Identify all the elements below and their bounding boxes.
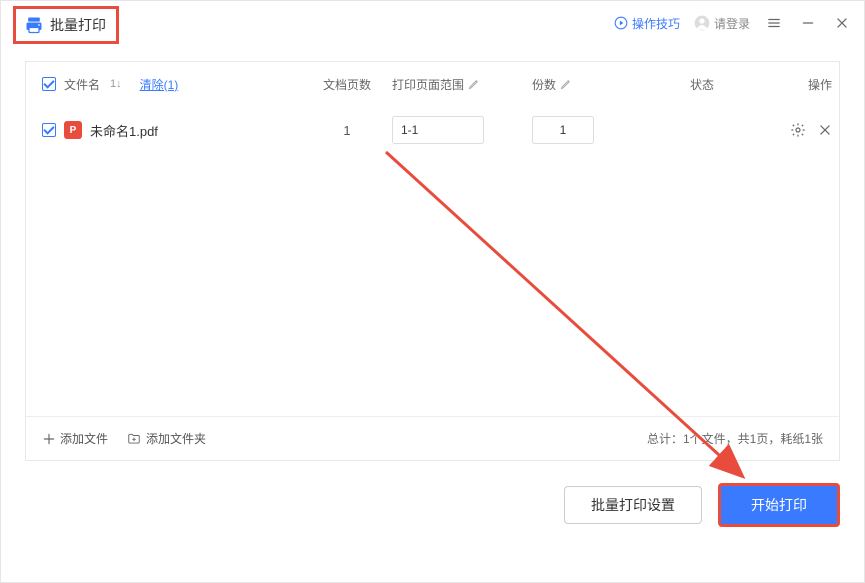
title-highlight-box: 批量打印 (13, 6, 119, 44)
th-copies-label: 份数 (532, 76, 556, 93)
remove-row-button[interactable] (818, 123, 832, 137)
minimize-icon (801, 16, 815, 30)
file-panel: 文件名 1↓ 清除(1) 文档页数 打印页面范围 份数 状态 操作 P 未命名1… (25, 61, 840, 461)
add-folder-label: 添加文件夹 (146, 430, 206, 447)
th-filename-label: 文件名 (64, 76, 100, 93)
copies-input[interactable] (532, 116, 594, 144)
table-row: P 未命名1.pdf 1 (26, 106, 839, 154)
close-icon (818, 123, 832, 137)
sort-icon[interactable]: 1↓ (110, 78, 122, 90)
pdf-icon: P (64, 121, 82, 139)
close-icon (835, 16, 849, 30)
edit-icon[interactable] (468, 78, 480, 90)
login-link-label: 请登录 (714, 15, 750, 32)
panel-footer: 添加文件 添加文件夹 总计：1个文件，共1页，耗纸1张 (26, 416, 839, 460)
th-range: 打印页面范围 (392, 76, 532, 93)
start-print-button[interactable]: 开始打印 (718, 483, 840, 527)
menu-icon (767, 16, 781, 30)
row-copies-cell (532, 116, 652, 144)
th-pages: 文档页数 (302, 76, 392, 93)
th-copies: 份数 (532, 76, 652, 93)
range-input[interactable] (392, 116, 484, 144)
clear-link[interactable]: 清除(1) (140, 76, 179, 93)
login-link[interactable]: 请登录 (694, 15, 750, 32)
th-pages-label: 文档页数 (323, 76, 371, 93)
th-status-label: 状态 (690, 76, 714, 93)
add-file-label: 添加文件 (60, 430, 108, 447)
add-folder-button[interactable]: 添加文件夹 (126, 430, 206, 447)
gear-icon (790, 122, 806, 138)
menu-button[interactable] (764, 13, 784, 33)
table-header: 文件名 1↓ 清除(1) 文档页数 打印页面范围 份数 状态 操作 (26, 62, 839, 106)
close-button[interactable] (832, 13, 852, 33)
batch-settings-button[interactable]: 批量打印设置 (564, 486, 702, 524)
app-title: 批量打印 (50, 15, 106, 35)
summary-text: 总计：1个文件，共1页，耗纸1张 (647, 430, 823, 447)
user-icon (694, 15, 710, 31)
th-status: 状态 (652, 76, 752, 93)
th-action-label: 操作 (808, 76, 832, 93)
minimize-button[interactable] (798, 13, 818, 33)
th-filename: 文件名 1↓ 清除(1) (42, 76, 302, 93)
batch-settings-label: 批量打印设置 (591, 495, 675, 515)
plus-icon (42, 432, 56, 446)
folder-plus-icon (126, 432, 142, 446)
titlebar-right: 操作技巧 请登录 (614, 13, 852, 33)
start-print-label: 开始打印 (751, 495, 807, 515)
row-filename: 未命名1.pdf (90, 121, 158, 140)
row-range-cell (392, 116, 532, 144)
th-range-label: 打印页面范围 (392, 76, 464, 93)
play-circle-icon (614, 16, 628, 30)
row-pages: 1 (302, 123, 392, 138)
row-checkbox[interactable] (42, 123, 56, 137)
footer-left: 添加文件 添加文件夹 (42, 430, 206, 447)
bottom-bar: 批量打印设置 开始打印 (1, 461, 864, 527)
tips-link[interactable]: 操作技巧 (614, 15, 680, 32)
settings-row-button[interactable] (790, 122, 806, 138)
add-file-button[interactable]: 添加文件 (42, 430, 108, 447)
row-filename-cell: P 未命名1.pdf (42, 121, 302, 140)
titlebar: 批量打印 操作技巧 请登录 (1, 1, 864, 45)
tips-link-label: 操作技巧 (632, 15, 680, 32)
printer-icon (24, 15, 44, 35)
row-actions (752, 122, 832, 138)
select-all-checkbox[interactable] (42, 77, 56, 91)
th-action: 操作 (752, 76, 832, 93)
edit-icon[interactable] (560, 78, 572, 90)
